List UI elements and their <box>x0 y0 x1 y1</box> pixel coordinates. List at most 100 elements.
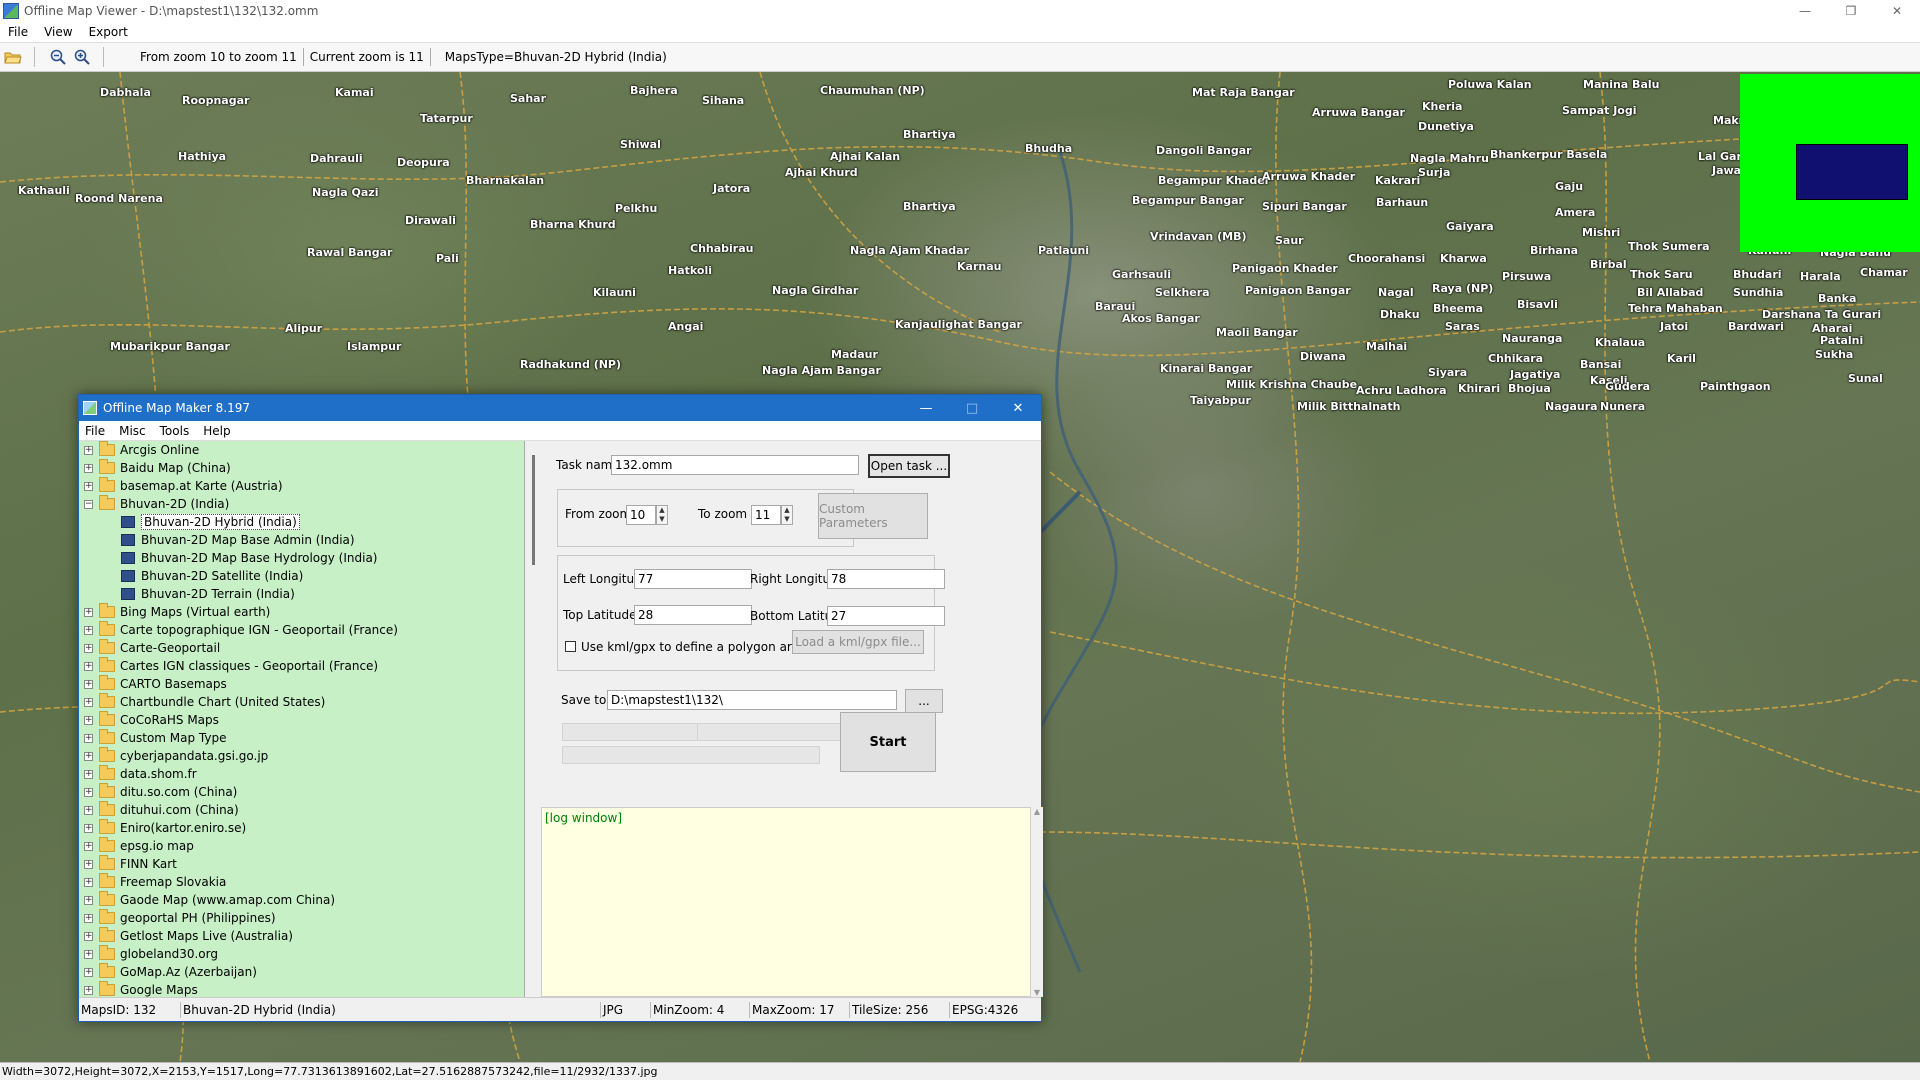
expand-icon[interactable]: + <box>84 895 93 905</box>
scroll-up-icon[interactable]: ▲ <box>1031 807 1043 816</box>
expand-icon[interactable]: + <box>84 877 93 887</box>
tree-folder-item[interactable]: + FINN Kart <box>79 855 524 873</box>
open-folder-button[interactable] <box>2 46 24 68</box>
tree-folder-item[interactable]: + data.shom.fr <box>79 765 524 783</box>
tree-folder-item[interactable]: + dituhui.com (China) <box>79 801 524 819</box>
top-latitude-input[interactable] <box>634 605 752 625</box>
expand-icon[interactable]: + <box>84 913 93 923</box>
tree-folder-item[interactable]: + Freemap Slovakia <box>79 873 524 891</box>
browse-button[interactable]: ... <box>905 689 943 713</box>
menu-view[interactable]: View <box>36 25 80 39</box>
dialog-close-icon[interactable]: ✕ <box>995 395 1041 421</box>
log-window[interactable]: [log window] <box>541 807 1031 997</box>
tree-folder-item[interactable]: + Carte-Geoportail <box>79 639 524 657</box>
tree-folder-item[interactable]: + Gaode Map (www.amap.com China) <box>79 891 524 909</box>
expand-icon[interactable]: + <box>84 769 93 779</box>
tree-folder-item[interactable]: + Getlost Maps Live (Australia) <box>79 927 524 945</box>
menu-export[interactable]: Export <box>81 25 136 39</box>
dialog-minimize-icon[interactable]: — <box>903 395 949 421</box>
expand-icon[interactable]: + <box>84 679 93 689</box>
expand-icon[interactable]: + <box>84 697 93 707</box>
expand-icon[interactable]: + <box>84 931 93 941</box>
tree-folder-item[interactable]: + ditu.so.com (China) <box>79 783 524 801</box>
overview-map[interactable] <box>1740 74 1920 252</box>
load-kml-button[interactable]: Load a kml/gpx file... <box>792 630 924 654</box>
tree-folder-item[interactable]: + Eniro(kartor.eniro.se) <box>79 819 524 837</box>
open-task-button[interactable]: Open task ... <box>868 454 950 478</box>
map-type-tree[interactable]: + Arcgis Online + Baidu Map (China) + basemap… <box>79 441 525 997</box>
expand-icon[interactable]: + <box>84 445 93 455</box>
bottom-latitude-input[interactable] <box>827 606 945 626</box>
tree-folder-item[interactable]: + Cartes IGN classiques - Geoportail (Fra… <box>79 657 524 675</box>
from-zoom-input[interactable] <box>626 505 656 525</box>
expand-icon[interactable]: + <box>84 481 93 491</box>
save-to-input[interactable] <box>607 690 897 710</box>
tree-folder-item[interactable]: + Bing Maps (Virtual earth) <box>79 603 524 621</box>
expand-icon[interactable]: + <box>84 841 93 851</box>
right-longitude-input[interactable] <box>827 569 945 589</box>
place-label: Bil Allabad <box>1637 286 1704 299</box>
tree-folder-item[interactable]: + Google Maps <box>79 981 524 997</box>
menu-file[interactable]: File <box>0 25 36 39</box>
tree-folder-item[interactable]: + Custom Map Type <box>79 729 524 747</box>
dialog-menu-tools[interactable]: Tools <box>154 424 198 438</box>
dialog-menu-help[interactable]: Help <box>197 424 238 438</box>
tree-folder-item[interactable]: − Bhuvan-2D (India) <box>79 495 524 513</box>
expand-icon[interactable]: + <box>84 661 93 671</box>
expand-icon[interactable]: + <box>84 625 93 635</box>
from-zoom-label: From zoom <box>565 507 632 521</box>
kml-checkbox[interactable] <box>565 641 576 652</box>
tree-scroll-thumb[interactable] <box>532 455 535 565</box>
tree-folder-item[interactable]: + Carte topographique IGN - Geoportail (F… <box>79 621 524 639</box>
expand-icon[interactable]: + <box>84 859 93 869</box>
tree-folder-item[interactable]: + CARTO Basemaps <box>79 675 524 693</box>
zoom-in-button[interactable] <box>71 46 93 68</box>
expand-icon[interactable]: + <box>84 607 93 617</box>
tree-folder-item[interactable]: + Chartbundle Chart (United States) <box>79 693 524 711</box>
expand-icon[interactable]: + <box>84 751 93 761</box>
tree-map-item[interactable]: Bhuvan-2D Terrain (India) <box>79 585 524 603</box>
from-zoom-stepper[interactable]: ▲ ▼ <box>656 505 668 525</box>
zoom-out-button[interactable] <box>47 46 69 68</box>
expand-icon[interactable]: + <box>84 733 93 743</box>
expand-icon[interactable]: + <box>84 463 93 473</box>
tree-map-item[interactable]: Bhuvan-2D Map Base Hydrology (India) <box>79 549 524 567</box>
left-longitude-input[interactable] <box>634 569 752 589</box>
tree-folder-item[interactable]: + epsg.io map <box>79 837 524 855</box>
scroll-down-icon[interactable]: ▼ <box>1031 988 1043 997</box>
custom-parameters-button[interactable]: Custom Parameters <box>818 493 928 539</box>
expand-icon[interactable]: + <box>84 715 93 725</box>
dialog-menu-file[interactable]: File <box>79 424 113 438</box>
expand-icon[interactable]: + <box>84 643 93 653</box>
expand-icon[interactable]: + <box>84 805 93 815</box>
tree-folder-item[interactable]: + GoMap.Az (Azerbaijan) <box>79 963 524 981</box>
log-scrollbar[interactable]: ▲ ▼ <box>1031 807 1043 997</box>
expand-icon[interactable]: + <box>84 949 93 959</box>
tree-map-item[interactable]: Bhuvan-2D Hybrid (India) <box>79 513 524 531</box>
expand-icon[interactable]: + <box>84 823 93 833</box>
tree-folder-item[interactable]: + Arcgis Online <box>79 441 524 459</box>
map-maker-title-bar[interactable]: Offline Map Maker 8.197 — □ ✕ <box>79 395 1041 421</box>
collapse-icon[interactable]: − <box>84 499 93 509</box>
overview-viewport[interactable] <box>1796 144 1908 200</box>
tree-map-item[interactable]: Bhuvan-2D Map Base Admin (India) <box>79 531 524 549</box>
close-icon[interactable]: ✕ <box>1874 0 1920 22</box>
to-zoom-stepper[interactable]: ▲ ▼ <box>781 505 793 525</box>
tree-folder-item[interactable]: + geoportal PH (Philippines) <box>79 909 524 927</box>
dialog-maximize-icon[interactable]: □ <box>949 395 995 421</box>
start-button[interactable]: Start <box>840 712 936 772</box>
maximize-icon[interactable]: ❐ <box>1828 0 1874 22</box>
tree-folder-item[interactable]: + globeland30.org <box>79 945 524 963</box>
expand-icon[interactable]: + <box>84 787 93 797</box>
dialog-menu-misc[interactable]: Misc <box>113 424 154 438</box>
tree-folder-item[interactable]: + CoCoRaHS Maps <box>79 711 524 729</box>
minimize-icon[interactable]: — <box>1782 0 1828 22</box>
expand-icon[interactable]: + <box>84 967 93 977</box>
tree-folder-item[interactable]: + Baidu Map (China) <box>79 459 524 477</box>
task-name-input[interactable] <box>611 455 859 475</box>
expand-icon[interactable]: + <box>84 985 93 995</box>
tree-folder-item[interactable]: + cyberjapandata.gsi.go.jp <box>79 747 524 765</box>
to-zoom-input[interactable] <box>751 505 781 525</box>
tree-folder-item[interactable]: + basemap.at Karte (Austria) <box>79 477 524 495</box>
tree-map-item[interactable]: Bhuvan-2D Satellite (India) <box>79 567 524 585</box>
